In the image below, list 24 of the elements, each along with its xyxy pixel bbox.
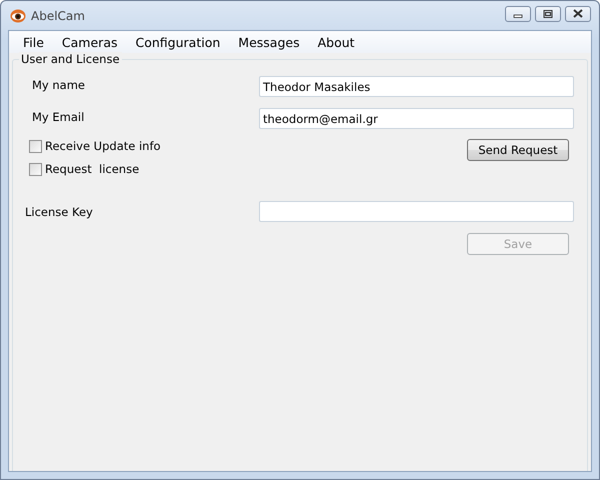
field-label: My name: [32, 78, 86, 92]
menu-item[interactable]: Messages: [229, 34, 309, 50]
menu-item[interactable]: Cameras: [52, 34, 126, 50]
checkbox[interactable]: [29, 140, 42, 152]
close-icon: [572, 9, 584, 18]
text-field[interactable]: theodorm@email.gr: [259, 108, 574, 129]
maximize-button[interactable]: [535, 6, 561, 22]
checkbox-label: Receive Update info: [45, 139, 161, 153]
maximize-icon: [543, 10, 553, 18]
menu-item[interactable]: Configuration: [126, 34, 230, 50]
license-key-field[interactable]: [259, 201, 574, 222]
group-title: User and License: [19, 52, 122, 66]
checkbox-label: Request license: [45, 162, 140, 176]
field-label: License Key: [25, 204, 94, 218]
checkbox[interactable]: [29, 162, 42, 176]
send-request-button[interactable]: Send Request: [467, 139, 569, 161]
field-label: My Email: [32, 110, 86, 124]
menu-item[interactable]: File: [14, 34, 53, 50]
eye-icon: [10, 8, 26, 24]
text-field[interactable]: Theodor Masakiles: [259, 76, 574, 97]
close-button[interactable]: [565, 6, 591, 22]
minimize-button[interactable]: [505, 6, 531, 22]
window-title: AbelCam: [31, 8, 85, 22]
menu-item[interactable]: About: [308, 34, 364, 50]
